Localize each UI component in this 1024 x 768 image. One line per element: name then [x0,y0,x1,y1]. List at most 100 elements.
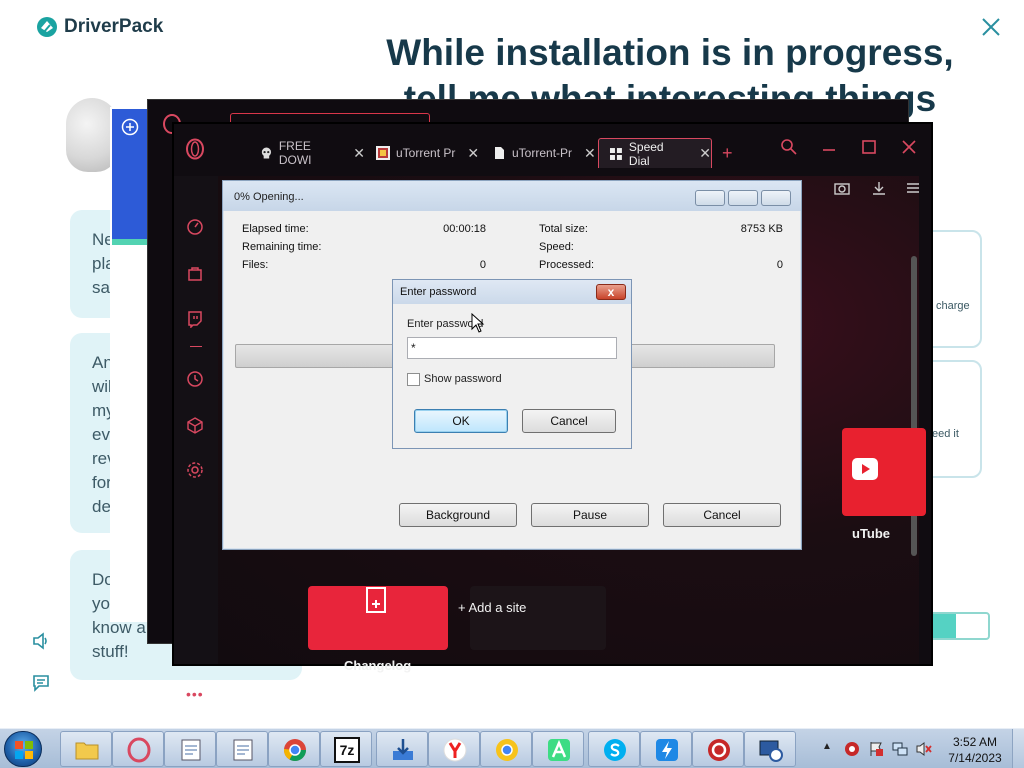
cancel-button[interactable]: Cancel [522,409,616,433]
settings-icon[interactable] [186,461,204,479]
menu-icon[interactable] [904,180,922,196]
show-hidden-icons-icon[interactable]: ▲ [822,741,832,752]
clock-time: 3:52 AM [952,735,998,749]
flash-icon [656,739,678,761]
remaining-time-label: Remaining time: [242,241,322,253]
headline-line-1: While installation is in progress, [386,32,954,73]
show-password-checkbox[interactable] [407,373,420,386]
close-icon[interactable] [900,138,918,156]
taskbar-chrome-canary[interactable] [480,731,532,767]
close-tab-icon[interactable]: ✕ [467,145,479,162]
password-input[interactable]: * [407,337,617,359]
taskbar-yandex[interactable] [428,731,480,767]
tab-utorrent-1[interactable]: uTorrent Pr ✕ [366,138,481,168]
chrome-canary-icon [496,739,518,761]
shopping-bag-icon[interactable] [186,264,204,282]
taskbar-skype[interactable] [588,731,640,767]
download-icon[interactable] [870,180,888,196]
taskbar-opera[interactable] [112,731,164,767]
taskbar-notepad-2[interactable] [216,731,268,767]
speedometer-icon[interactable] [186,218,204,236]
close-button[interactable] [761,190,791,206]
driverpack-logo-icon [37,17,57,37]
start-button[interactable] [4,731,42,767]
taskbar-driver-booster[interactable] [692,731,744,767]
search-icon[interactable] [780,138,798,156]
skull-icon [261,147,272,159]
background-button[interactable]: Background [399,503,517,527]
utorrent-icon [376,146,390,160]
close-tab-icon[interactable]: ✕ [699,145,711,162]
tab-label: Speed Dial [628,139,664,168]
network-icon[interactable] [892,741,908,757]
grid-icon [609,147,622,160]
speaker-icon[interactable] [32,632,50,650]
pause-button[interactable]: Pause [531,503,649,527]
changelog-icon [366,587,386,613]
dialog-title: 0% Opening... [234,191,304,203]
speed-dial-tile-changelog[interactable] [308,586,448,650]
new-tab-label: + [722,142,733,163]
taskbar-file-explorer[interactable] [60,731,112,767]
sidebar-divider [190,346,202,347]
tab-label: uTorrent-Pr [512,146,573,160]
password-dialog-title-bar: Enter password x [393,280,631,304]
dialog-title-bar: 0% Opening... [223,181,801,211]
chat-icon[interactable] [32,674,50,692]
camera-icon[interactable] [833,180,851,196]
7zip-icon: 7z [334,737,360,763]
cancel-button[interactable]: Cancel [663,503,781,527]
taskbar-android-studio[interactable] [532,731,584,767]
enter-password-dialog: Enter password x Enter password * Show p… [392,279,632,449]
processed-value: 0 [776,259,783,271]
download-manager-icon [393,739,413,760]
tab-free-download[interactable]: FREE DOWI ✕ [250,138,365,168]
elapsed-time-value: 00:00:18 [443,223,486,235]
tab-utorrent-2[interactable]: uTorrent-Pr ✕ [482,138,597,168]
driverpack-logo: DriverPack [36,16,163,38]
taskbar-remote-desktop[interactable] [744,731,796,767]
volume-muted-icon[interactable] [916,741,932,757]
tab-speed-dial[interactable]: Speed Dial ✕ [598,138,712,168]
total-size-label: Total size: [539,223,588,235]
speed-dial-tile-youtube[interactable] [842,428,926,516]
show-desktop-button[interactable] [1012,729,1024,768]
taskbar-notepad-1[interactable] [164,731,216,767]
maximize-button[interactable] [728,190,758,206]
action-center-flag-icon[interactable] [868,741,884,757]
taskbar-chrome[interactable] [268,731,320,767]
taskbar-7zip[interactable]: 7z [320,731,372,767]
close-button[interactable]: x [596,284,626,300]
system-tray: ▲ [822,729,942,768]
add-site-tile[interactable] [470,586,606,650]
tab-label: uTorrent Pr [396,146,456,160]
folder-icon [75,742,99,760]
close-tab-icon[interactable]: ✕ [584,145,596,162]
taskbar-flash[interactable] [640,731,692,767]
changelog-tile-label: Changelog [344,658,412,673]
more-icon[interactable]: ••• [186,686,204,702]
elapsed-time-label: Elapsed time: [242,223,309,235]
taskbar-clock[interactable]: 3:52 AM 7/14/2023 [944,734,1006,766]
new-tab-button[interactable]: + [712,138,738,168]
minimize-icon[interactable] [820,138,838,156]
opera-menu-icon[interactable] [184,138,206,160]
install-progress-bar [928,612,990,640]
history-icon[interactable] [186,370,204,388]
chrome-icon [284,739,306,761]
add-site-label[interactable]: + Add a site [458,600,526,615]
maximize-icon[interactable] [860,138,878,156]
taskbar: 7z ▲ 3:52 AM 7/14/2023 [0,728,1024,768]
total-size-value: 8753 KB [740,223,783,235]
twitch-icon[interactable] [186,310,204,328]
close-tab-icon[interactable]: ✕ [353,145,365,162]
mouse-cursor-icon [471,313,485,333]
minimize-button[interactable] [695,190,725,206]
show-password-label[interactable]: Show password [424,373,502,385]
cube-icon[interactable] [186,416,204,434]
sidebar: ••• [174,176,218,702]
taskbar-download-manager[interactable] [376,731,428,767]
install-progress-fill [930,614,957,638]
ok-button[interactable]: OK [414,409,508,433]
driver-booster-tray-icon[interactable] [844,741,860,757]
